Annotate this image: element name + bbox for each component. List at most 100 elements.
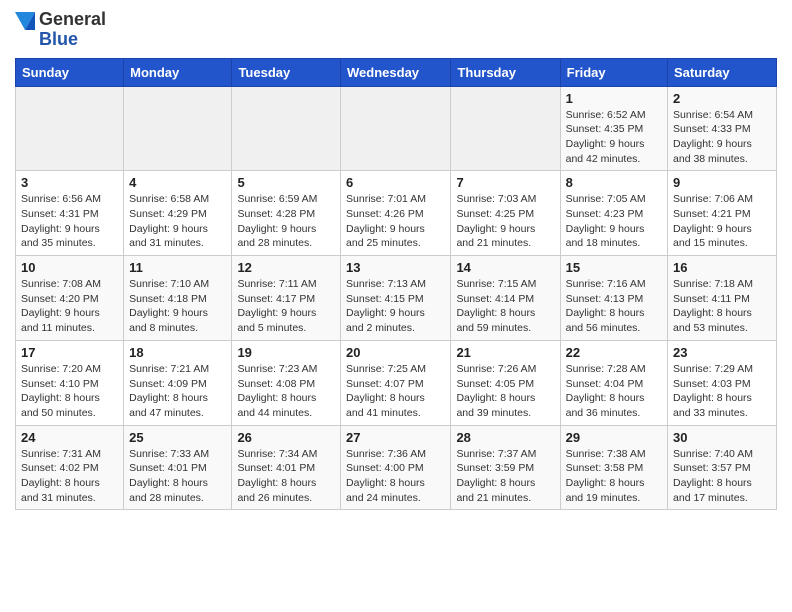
calendar-day-cell: 24Sunrise: 7:31 AM Sunset: 4:02 PM Dayli… [16, 425, 124, 510]
calendar-day-cell: 18 Sunrise: 7:21 AM Sunset: 4:09 PM Dayli… [124, 340, 232, 425]
calendar-day-cell: 4 Sunrise: 6:58 AM Sunset: 4:29 PM Daylig… [124, 171, 232, 256]
weekday-header: Wednesday [341, 58, 451, 86]
calendar-day-cell [451, 86, 560, 171]
calendar-day-cell: 17 Sunrise: 7:20 AM Sunset: 4:10 PM Dayli… [16, 340, 124, 425]
day-info: Sunrise: 7:33 AM Sunset: 4:01 PM Dayligh… [129, 447, 226, 506]
day-number: 8 [566, 175, 662, 190]
day-number: 20 [346, 345, 445, 360]
day-number: 14 [456, 260, 554, 275]
weekday-header: Monday [124, 58, 232, 86]
calendar-header-row: SundayMondayTuesdayWednesdayThursdayFrid… [16, 58, 777, 86]
calendar-day-cell: 6 Sunrise: 7:01 AM Sunset: 4:26 PM Daylig… [341, 171, 451, 256]
day-info: Sunrise: 7:37 AM Sunset: 3:59 PM Dayligh… [456, 447, 554, 506]
day-info: Sunrise: 6:56 AM Sunset: 4:31 PM Dayligh… [21, 192, 118, 251]
day-number: 22 [566, 345, 662, 360]
day-info: Sunrise: 7:13 AM Sunset: 4:15 PM Dayligh… [346, 277, 445, 336]
day-number: 4 [129, 175, 226, 190]
calendar-day-cell: 23 Sunrise: 7:29 AM Sunset: 4:03 PM Dayli… [668, 340, 777, 425]
calendar-day-cell: 13 Sunrise: 7:13 AM Sunset: 4:15 PM Dayli… [341, 256, 451, 341]
calendar-day-cell: 12Sunrise: 7:11 AM Sunset: 4:17 PM Dayli… [232, 256, 341, 341]
calendar-week-row: 10Sunrise: 7:08 AM Sunset: 4:20 PM Dayli… [16, 256, 777, 341]
calendar-day-cell: 3 Sunrise: 6:56 AM Sunset: 4:31 PM Daylig… [16, 171, 124, 256]
calendar-day-cell [16, 86, 124, 171]
day-info: Sunrise: 7:36 AM Sunset: 4:00 PM Dayligh… [346, 447, 445, 506]
calendar-day-cell: 29 Sunrise: 7:38 AM Sunset: 3:58 PM Dayli… [560, 425, 667, 510]
day-info: Sunrise: 7:01 AM Sunset: 4:26 PM Dayligh… [346, 192, 445, 251]
calendar-week-row: 17 Sunrise: 7:20 AM Sunset: 4:10 PM Dayli… [16, 340, 777, 425]
calendar-day-cell: 8Sunrise: 7:05 AM Sunset: 4:23 PM Daylig… [560, 171, 667, 256]
day-number: 6 [346, 175, 445, 190]
day-number: 19 [237, 345, 335, 360]
day-info: Sunrise: 7:08 AM Sunset: 4:20 PM Dayligh… [21, 277, 118, 336]
day-number: 11 [129, 260, 226, 275]
calendar-day-cell: 26Sunrise: 7:34 AM Sunset: 4:01 PM Dayli… [232, 425, 341, 510]
calendar-day-cell: 10Sunrise: 7:08 AM Sunset: 4:20 PM Dayli… [16, 256, 124, 341]
logo-general-text: General [39, 10, 106, 30]
logo: GeneralBlue [15, 10, 106, 50]
day-number: 16 [673, 260, 771, 275]
weekday-header: Thursday [451, 58, 560, 86]
day-info: Sunrise: 7:18 AM Sunset: 4:11 PM Dayligh… [673, 277, 771, 336]
calendar-day-cell: 28 Sunrise: 7:37 AM Sunset: 3:59 PM Dayli… [451, 425, 560, 510]
day-number: 21 [456, 345, 554, 360]
calendar-day-cell [341, 86, 451, 171]
calendar-day-cell: 15 Sunrise: 7:16 AM Sunset: 4:13 PM Dayli… [560, 256, 667, 341]
day-number: 13 [346, 260, 445, 275]
day-info: Sunrise: 7:03 AM Sunset: 4:25 PM Dayligh… [456, 192, 554, 251]
day-number: 7 [456, 175, 554, 190]
day-number: 5 [237, 175, 335, 190]
day-number: 18 [129, 345, 226, 360]
day-number: 2 [673, 91, 771, 106]
day-info: Sunrise: 7:21 AM Sunset: 4:09 PM Dayligh… [129, 362, 226, 421]
day-info: Sunrise: 7:31 AM Sunset: 4:02 PM Dayligh… [21, 447, 118, 506]
weekday-header: Sunday [16, 58, 124, 86]
day-info: Sunrise: 7:29 AM Sunset: 4:03 PM Dayligh… [673, 362, 771, 421]
day-number: 17 [21, 345, 118, 360]
day-info: Sunrise: 7:16 AM Sunset: 4:13 PM Dayligh… [566, 277, 662, 336]
day-info: Sunrise: 6:58 AM Sunset: 4:29 PM Dayligh… [129, 192, 226, 251]
calendar-day-cell [124, 86, 232, 171]
calendar-day-cell: 22 Sunrise: 7:28 AM Sunset: 4:04 PM Dayli… [560, 340, 667, 425]
calendar-week-row: 24Sunrise: 7:31 AM Sunset: 4:02 PM Dayli… [16, 425, 777, 510]
day-number: 3 [21, 175, 118, 190]
calendar-week-row: 1Sunrise: 6:52 AM Sunset: 4:35 PM Daylig… [16, 86, 777, 171]
weekday-header: Friday [560, 58, 667, 86]
calendar-day-cell [232, 86, 341, 171]
calendar-day-cell: 20Sunrise: 7:25 AM Sunset: 4:07 PM Dayli… [341, 340, 451, 425]
day-info: Sunrise: 7:20 AM Sunset: 4:10 PM Dayligh… [21, 362, 118, 421]
day-number: 26 [237, 430, 335, 445]
day-info: Sunrise: 6:54 AM Sunset: 4:33 PM Dayligh… [673, 108, 771, 167]
day-number: 23 [673, 345, 771, 360]
day-info: Sunrise: 7:06 AM Sunset: 4:21 PM Dayligh… [673, 192, 771, 251]
calendar-day-cell: 25 Sunrise: 7:33 AM Sunset: 4:01 PM Dayli… [124, 425, 232, 510]
weekday-header: Tuesday [232, 58, 341, 86]
calendar-day-cell: 2 Sunrise: 6:54 AM Sunset: 4:33 PM Daylig… [668, 86, 777, 171]
calendar-day-cell: 21 Sunrise: 7:26 AM Sunset: 4:05 PM Dayli… [451, 340, 560, 425]
calendar-day-cell: 16 Sunrise: 7:18 AM Sunset: 4:11 PM Dayli… [668, 256, 777, 341]
calendar-day-cell: 1Sunrise: 6:52 AM Sunset: 4:35 PM Daylig… [560, 86, 667, 171]
calendar-table: SundayMondayTuesdayWednesdayThursdayFrid… [15, 58, 777, 511]
calendar-day-cell: 11 Sunrise: 7:10 AM Sunset: 4:18 PM Dayli… [124, 256, 232, 341]
day-number: 12 [237, 260, 335, 275]
day-number: 30 [673, 430, 771, 445]
day-number: 15 [566, 260, 662, 275]
calendar-day-cell: 5Sunrise: 6:59 AM Sunset: 4:28 PM Daylig… [232, 171, 341, 256]
day-info: Sunrise: 7:26 AM Sunset: 4:05 PM Dayligh… [456, 362, 554, 421]
day-info: Sunrise: 7:28 AM Sunset: 4:04 PM Dayligh… [566, 362, 662, 421]
calendar-week-row: 3 Sunrise: 6:56 AM Sunset: 4:31 PM Daylig… [16, 171, 777, 256]
day-number: 27 [346, 430, 445, 445]
page-header: GeneralBlue [15, 10, 777, 50]
calendar-day-cell: 27 Sunrise: 7:36 AM Sunset: 4:00 PM Dayli… [341, 425, 451, 510]
day-number: 25 [129, 430, 226, 445]
calendar-day-cell: 9Sunrise: 7:06 AM Sunset: 4:21 PM Daylig… [668, 171, 777, 256]
day-number: 28 [456, 430, 554, 445]
day-info: Sunrise: 7:23 AM Sunset: 4:08 PM Dayligh… [237, 362, 335, 421]
day-info: Sunrise: 7:38 AM Sunset: 3:58 PM Dayligh… [566, 447, 662, 506]
logo-blue-text: Blue [39, 30, 106, 50]
calendar-day-cell: 7 Sunrise: 7:03 AM Sunset: 4:25 PM Daylig… [451, 171, 560, 256]
day-info: Sunrise: 7:10 AM Sunset: 4:18 PM Dayligh… [129, 277, 226, 336]
day-number: 29 [566, 430, 662, 445]
calendar-day-cell: 19 Sunrise: 7:23 AM Sunset: 4:08 PM Dayli… [232, 340, 341, 425]
weekday-header: Saturday [668, 58, 777, 86]
logo-triangle-icon [15, 12, 35, 48]
